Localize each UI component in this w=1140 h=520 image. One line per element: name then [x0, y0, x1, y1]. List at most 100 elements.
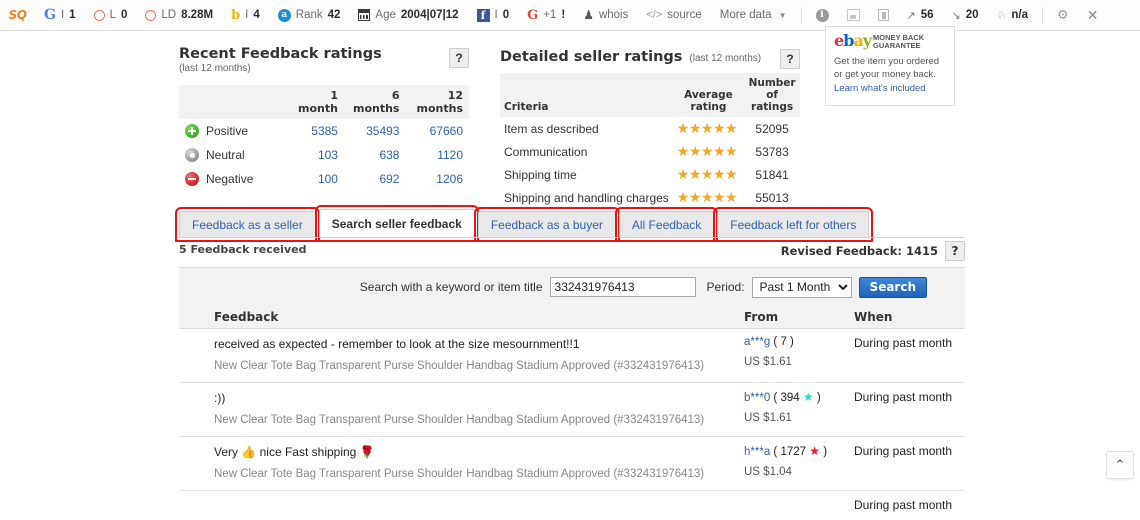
tab-feedback-as-a-seller[interactable]: Feedback as a seller — [175, 207, 320, 242]
toolbar-whois[interactable]: ♟ whois — [574, 0, 637, 31]
close-icon: ✕ — [1086, 6, 1099, 23]
column-header-number-of-ratings: Number of ratings — [744, 73, 800, 117]
feedback-row: During past month — [179, 491, 965, 520]
mbg-text: MONEY BACK GUARANTEE — [873, 34, 924, 50]
tab-all-feedback[interactable]: All Feedback — [614, 207, 719, 242]
table-row: Positive 5385 35493 67660 — [179, 119, 469, 143]
table-row: Shipping and handling charges ★★★★★ 5501… — [500, 186, 800, 209]
toolbar-settings-button[interactable]: ⚙ — [1048, 0, 1078, 31]
dsr-criteria: Item as described — [504, 121, 599, 136]
feedback-comment: :)) — [214, 391, 226, 406]
negative-6-months[interactable]: 692 — [344, 167, 406, 191]
negative-12-months[interactable]: 1206 — [405, 167, 469, 191]
toolbar-label: More data — [719, 9, 772, 21]
buyer-username[interactable]: h***a — [744, 446, 770, 458]
star-icon: ★★★★★ — [676, 143, 738, 159]
neutral-12-months[interactable]: 1120 — [405, 143, 469, 167]
positive-6-months[interactable]: 35493 — [344, 119, 406, 143]
toolbar-trust-score[interactable]: ♘ n/a — [988, 0, 1038, 31]
recent-ratings-help-button[interactable]: ? — [449, 48, 469, 68]
toolbar-label: Rank — [295, 9, 323, 21]
period-select[interactable]: Past 1 Month Past 6 Months Past 12 Month… — [751, 276, 852, 298]
column-header-6-months: 6 months — [343, 85, 406, 119]
buyer-username[interactable]: b***0 — [744, 392, 770, 404]
period-label: Period: — [706, 280, 745, 294]
toolbar-google-index[interactable]: G I 1 — [35, 0, 85, 31]
tab-underline-divider — [179, 237, 965, 238]
recent-ratings-subtitle: (last 12 months) — [179, 63, 251, 74]
neutral-6-months[interactable]: 638 — [344, 143, 406, 167]
feedback-item-title[interactable]: New Clear Tote Bag Transparent Purse Sho… — [214, 359, 744, 374]
tab-feedback-left-for-others[interactable]: Feedback left for others — [713, 207, 874, 242]
positive-12-months[interactable]: 67660 — [405, 119, 469, 143]
table-row: Shipping time ★★★★★ 51841 — [500, 163, 800, 186]
toolbar-alexa-rank[interactable]: a Rank 42 — [269, 0, 350, 31]
toolbar-value: 2004|07|12 — [400, 9, 459, 21]
feedback-icon-cell — [179, 444, 214, 482]
feedback-from-cell: a***g ( 7 ) US $1.61 — [744, 336, 854, 374]
feedback-item-title[interactable]: New Clear Tote Bag Transparent Purse Sho… — [214, 413, 744, 428]
feedback-search-bar: Search with a keyword or item title Peri… — [179, 267, 965, 306]
neutral-feedback-icon — [185, 148, 199, 162]
buyer-score-close: ) — [816, 392, 821, 405]
dsr-subtitle: (last 12 months) — [689, 53, 762, 64]
recent-ratings-title: Recent Feedback ratings — [179, 46, 382, 62]
toolbar-links[interactable]: L 0 — [85, 0, 137, 31]
feedback-item-title[interactable]: New Clear Tote Bag Transparent Purse Sho… — [214, 467, 744, 482]
tab-label: Feedback as a seller — [192, 218, 303, 232]
tab-feedback-as-a-buyer[interactable]: Feedback as a buyer — [473, 207, 620, 242]
toolbar-value: 0 — [502, 9, 510, 21]
toolbar-value: 8.28M — [181, 9, 214, 21]
buyer-username[interactable]: a***g — [744, 336, 770, 348]
feedback-icon-cell — [179, 498, 214, 512]
detailed-seller-ratings-panel: Detailed seller ratings (last 12 months)… — [500, 49, 800, 209]
positive-1-month[interactable]: 5385 — [289, 119, 344, 143]
dsr-star-rating: ★★★★★ — [673, 140, 744, 163]
toolbar-label: source — [667, 9, 702, 21]
ring-icon — [93, 9, 105, 21]
toolbar-more-data[interactable]: More data ▼ — [711, 0, 796, 31]
ebay-logo-y: y — [862, 31, 872, 50]
ebay-logo-a: a — [853, 31, 863, 50]
toolbar-label: I — [494, 9, 498, 21]
dsr-help-button[interactable]: ? — [780, 49, 800, 69]
toolbar-linking-domains[interactable]: LD 8.28M — [136, 0, 222, 31]
search-input[interactable] — [549, 277, 696, 297]
search-button[interactable]: Search — [858, 276, 927, 298]
toolbar-label: Age — [375, 9, 396, 21]
feedback-when: During past month — [854, 498, 953, 513]
feedback-text-cell — [214, 498, 744, 512]
column-header-feedback: Feedback — [214, 310, 279, 324]
table-row: Communication ★★★★★ 53783 — [500, 140, 800, 163]
recent-feedback-ratings-panel: Recent Feedback ratings (last 12 months)… — [179, 46, 469, 191]
feedback-comment: Very 👍 nice Fast shipping 🌹 — [214, 445, 375, 460]
toolbar-source[interactable]: </> source — [637, 0, 710, 31]
toolbar-label: +1 — [543, 9, 557, 21]
tab-search-seller-feedback[interactable]: Search seller feedback — [314, 205, 479, 242]
feedback-price: US $1.61 — [744, 356, 792, 368]
negative-feedback-icon — [185, 172, 199, 186]
person-icon: ♟ — [583, 8, 594, 22]
ebay-logo-e: e — [834, 31, 844, 50]
toolbar-google-plus[interactable]: G +1 ! — [518, 0, 574, 31]
negative-1-month[interactable]: 100 — [289, 167, 344, 191]
column-header-12-months: 12 months — [405, 85, 469, 119]
info-icon: i — [815, 8, 829, 22]
external-link-icon: ↗ — [906, 9, 916, 22]
toolbar-label: whois — [598, 9, 629, 21]
page-box-alt-icon — [877, 9, 889, 21]
toolbar-label: L — [109, 9, 116, 21]
toolbar-close-button[interactable]: ✕ — [1078, 0, 1108, 31]
toolbar-domain-age[interactable]: Age 2004|07|12 — [349, 0, 467, 31]
neutral-1-month[interactable]: 103 — [289, 143, 344, 167]
learn-whats-included-link[interactable]: Learn what's included — [834, 83, 946, 94]
toolbar-value: 56 — [920, 9, 934, 21]
toolbar-bing-index[interactable]: b I 4 — [222, 0, 269, 31]
code-icon: </> — [646, 9, 663, 21]
revised-feedback-help-button[interactable]: ? — [945, 241, 965, 261]
buyer-score: ( 1727 — [773, 446, 807, 459]
seoquake-logo-button[interactable]: SQ — [0, 0, 35, 31]
scroll-to-top-button[interactable]: ⌃ — [1106, 451, 1134, 479]
toolbar-facebook[interactable]: f I 0 — [468, 0, 519, 31]
column-header-1-month: 1 month — [289, 85, 344, 119]
